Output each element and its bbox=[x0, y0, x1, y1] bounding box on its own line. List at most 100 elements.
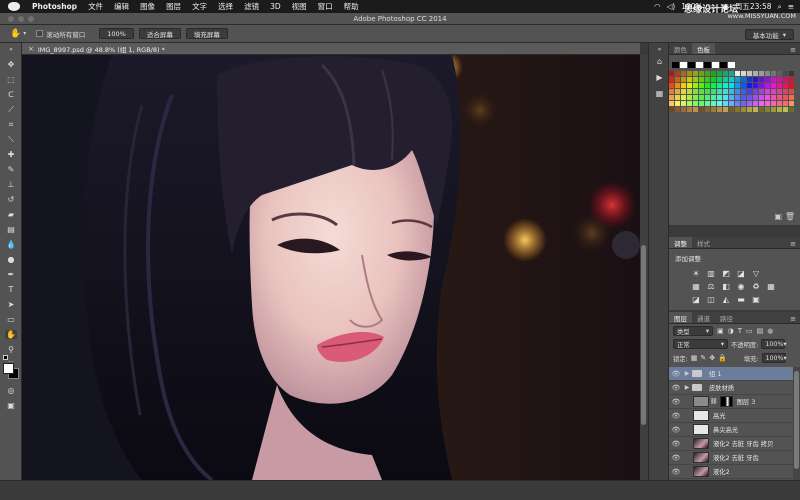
close-document-icon[interactable]: × bbox=[28, 45, 34, 53]
swatch[interactable] bbox=[789, 107, 794, 112]
layer-mask-thumbnail[interactable] bbox=[719, 396, 733, 407]
canvas-vertical-scrollbar[interactable] bbox=[640, 55, 648, 480]
swatch[interactable] bbox=[723, 77, 728, 82]
threshold-icon[interactable]: ◭ bbox=[721, 295, 731, 304]
swatch[interactable] bbox=[729, 101, 734, 106]
window-zoom-button[interactable] bbox=[28, 16, 34, 22]
swatch[interactable] bbox=[783, 89, 788, 94]
menu-help[interactable]: 帮助 bbox=[344, 1, 359, 12]
foreground-color-swatch[interactable] bbox=[3, 363, 14, 374]
swatch[interactable] bbox=[759, 71, 764, 76]
eraser-tool-icon[interactable]: ▰ bbox=[5, 210, 17, 219]
swatch[interactable] bbox=[675, 107, 680, 112]
healing-brush-tool-icon[interactable]: ✚ bbox=[5, 150, 17, 159]
swatch[interactable] bbox=[789, 95, 794, 100]
swatch[interactable] bbox=[705, 71, 710, 76]
filter-toggle-icon[interactable]: ● bbox=[767, 327, 773, 335]
exposure-icon[interactable]: ◪ bbox=[736, 269, 746, 278]
swatch[interactable] bbox=[783, 71, 788, 76]
swatch[interactable] bbox=[729, 107, 734, 112]
swatch[interactable] bbox=[753, 89, 758, 94]
swatch[interactable] bbox=[735, 101, 740, 106]
swatch[interactable] bbox=[705, 89, 710, 94]
swatch[interactable] bbox=[705, 77, 710, 82]
pen-tool-icon[interactable]: ✒ bbox=[5, 270, 17, 279]
swatch[interactable] bbox=[681, 71, 686, 76]
tab-color[interactable]: 颜色 bbox=[669, 43, 692, 54]
battery-icon[interactable]: ▭ bbox=[709, 2, 716, 11]
hand-tool-preset-icon[interactable]: ✋ bbox=[10, 29, 21, 39]
swatch[interactable] bbox=[783, 77, 788, 82]
swatch[interactable] bbox=[717, 107, 722, 112]
swatch[interactable] bbox=[693, 95, 698, 100]
swatch[interactable] bbox=[680, 62, 687, 68]
swatch[interactable] bbox=[699, 83, 704, 88]
swatch[interactable] bbox=[711, 77, 716, 82]
swatch[interactable] bbox=[747, 83, 752, 88]
swatch[interactable] bbox=[753, 77, 758, 82]
zoom-tool-icon[interactable]: ⚲ bbox=[5, 345, 17, 354]
swatch[interactable] bbox=[741, 101, 746, 106]
swatch[interactable] bbox=[693, 71, 698, 76]
swatch[interactable] bbox=[693, 83, 698, 88]
swatch[interactable] bbox=[687, 89, 692, 94]
crop-tool-icon[interactable]: ⌗ bbox=[5, 120, 17, 129]
swatch[interactable] bbox=[669, 71, 674, 76]
chevron-down-icon[interactable]: ▾ bbox=[23, 30, 26, 37]
lock-transparent-icon[interactable]: ▦ bbox=[691, 354, 698, 362]
eye-icon[interactable]: 👁 bbox=[669, 398, 683, 406]
swatch[interactable] bbox=[688, 62, 695, 68]
expand-triangle-icon[interactable]: ▶ bbox=[683, 370, 691, 377]
swatch[interactable] bbox=[693, 89, 698, 94]
swatch[interactable] bbox=[717, 77, 722, 82]
swatch[interactable] bbox=[729, 95, 734, 100]
window-close-button[interactable] bbox=[8, 16, 14, 22]
apple-icon[interactable] bbox=[8, 2, 20, 11]
swatch[interactable] bbox=[789, 83, 794, 88]
swatch[interactable] bbox=[723, 71, 728, 76]
swatch[interactable] bbox=[777, 77, 782, 82]
swatch[interactable] bbox=[675, 89, 680, 94]
eye-icon[interactable]: 👁 bbox=[669, 384, 683, 392]
swatch[interactable] bbox=[717, 95, 722, 100]
color-balance-icon[interactable]: ⚖ bbox=[706, 282, 716, 291]
swatch[interactable] bbox=[735, 77, 740, 82]
swatch[interactable] bbox=[771, 107, 776, 112]
menu-type[interactable]: 文字 bbox=[192, 1, 207, 12]
swatch[interactable] bbox=[717, 89, 722, 94]
swatch[interactable] bbox=[771, 77, 776, 82]
swatch[interactable] bbox=[765, 89, 770, 94]
selective-color-icon[interactable]: ▣ bbox=[751, 295, 761, 304]
eye-icon[interactable]: 👁 bbox=[669, 468, 683, 476]
swatch[interactable] bbox=[675, 83, 680, 88]
swatch[interactable] bbox=[735, 95, 740, 100]
swatch[interactable] bbox=[759, 83, 764, 88]
app-menu[interactable]: Photoshop bbox=[32, 2, 77, 11]
swatch[interactable] bbox=[705, 83, 710, 88]
filter-type-icon[interactable]: T bbox=[738, 327, 742, 335]
brush-tool-icon[interactable]: ✎ bbox=[5, 165, 17, 174]
swatch[interactable] bbox=[765, 107, 770, 112]
filter-smart-object-icon[interactable]: ▤ bbox=[757, 327, 764, 335]
swatch[interactable] bbox=[681, 89, 686, 94]
posterize-icon[interactable]: ◫ bbox=[706, 295, 716, 304]
rectangle-tool-icon[interactable]: ▭ bbox=[5, 315, 17, 324]
panel-menu-icon[interactable]: ≡ bbox=[790, 315, 796, 323]
notification-center-icon[interactable]: ≡ bbox=[788, 2, 794, 11]
swatch[interactable] bbox=[741, 107, 746, 112]
history-panel-icon[interactable]: ⌂ bbox=[654, 57, 665, 66]
swatch[interactable] bbox=[681, 101, 686, 106]
swatch[interactable] bbox=[777, 101, 782, 106]
swatch[interactable] bbox=[711, 89, 716, 94]
swatch[interactable] bbox=[759, 95, 764, 100]
swatch[interactable] bbox=[765, 95, 770, 100]
swatch[interactable] bbox=[741, 95, 746, 100]
menu-select[interactable]: 选择 bbox=[218, 1, 233, 12]
swatch[interactable] bbox=[672, 62, 679, 68]
swatch[interactable] bbox=[699, 89, 704, 94]
filter-adjustment-icon[interactable]: ◑ bbox=[728, 327, 734, 335]
layer-row-nose-highlight[interactable]: 👁 鼻尖高光 bbox=[669, 423, 793, 437]
swatch[interactable] bbox=[759, 101, 764, 106]
swatch[interactable] bbox=[759, 77, 764, 82]
swatch[interactable] bbox=[741, 89, 746, 94]
